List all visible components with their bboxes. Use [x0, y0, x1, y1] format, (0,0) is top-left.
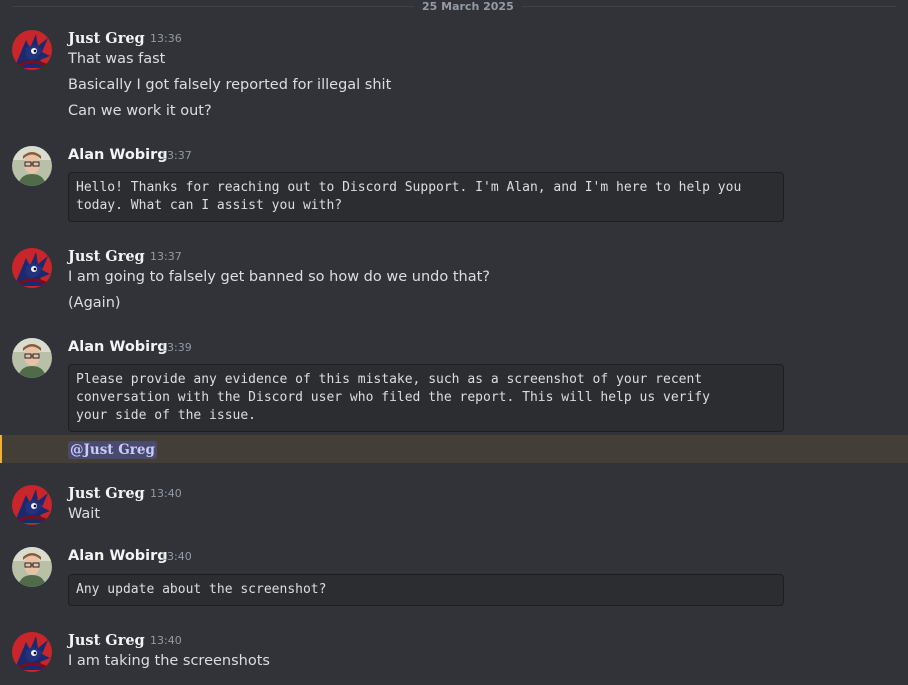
user-avatar-icon[interactable]: [12, 248, 52, 288]
message-text: (Again): [68, 295, 121, 311]
user-avatar-icon[interactable]: [12, 30, 52, 70]
user-avatar-icon[interactable]: [12, 485, 52, 525]
username[interactable]: Alan Wobirg: [68, 547, 168, 565]
message-text: I am taking the screenshots: [68, 653, 270, 669]
code-line: Hello! Thanks for reaching out to Discor…: [76, 180, 742, 195]
message-text: That was fast: [68, 51, 166, 67]
user-avatar-icon[interactable]: [12, 632, 52, 672]
timestamp[interactable]: 13:39: [160, 339, 192, 357]
message-text: I am going to falsely get banned so how …: [68, 269, 490, 285]
code-line: today. What can I assist you with?: [76, 198, 343, 213]
user-avatar-icon[interactable]: [12, 547, 52, 587]
code-line: your side of the issue.: [76, 408, 257, 423]
username[interactable]: Just Greg: [68, 30, 145, 48]
user-avatar-icon[interactable]: [12, 146, 52, 186]
user-mention[interactable]: @Just Greg: [68, 441, 157, 459]
username[interactable]: Just Greg: [68, 248, 145, 266]
username[interactable]: Just Greg: [68, 632, 145, 650]
message-text: Wait: [68, 506, 101, 522]
code-block: Hello! Thanks for reaching out to Discor…: [68, 172, 784, 222]
timestamp[interactable]: 13:40: [160, 548, 192, 566]
message-text: Basically I got falsely reported for ill…: [68, 77, 392, 93]
message-text: Can we work it out?: [68, 103, 212, 119]
timestamp[interactable]: 13:37: [160, 147, 192, 165]
timestamp[interactable]: 13:40: [150, 485, 182, 503]
date-divider-label: 25 March 2025: [414, 0, 522, 13]
code-line: Any update about the screenshot?: [76, 582, 327, 597]
timestamp[interactable]: 13:40: [150, 632, 182, 650]
timestamp[interactable]: 13:37: [150, 248, 182, 266]
user-avatar-icon[interactable]: [12, 338, 52, 378]
username[interactable]: Just Greg: [68, 485, 145, 503]
code-block: Please provide any evidence of this mist…: [68, 364, 784, 432]
date-divider: 25 March 2025: [0, 0, 908, 14]
code-line: conversation with the Discord user who f…: [76, 390, 710, 405]
username[interactable]: Alan Wobirg: [68, 338, 168, 356]
code-block: Any update about the screenshot?: [68, 574, 784, 606]
code-line: Please provide any evidence of this mist…: [76, 372, 703, 387]
timestamp[interactable]: 13:36: [150, 30, 182, 48]
username[interactable]: Alan Wobirg: [68, 146, 168, 164]
